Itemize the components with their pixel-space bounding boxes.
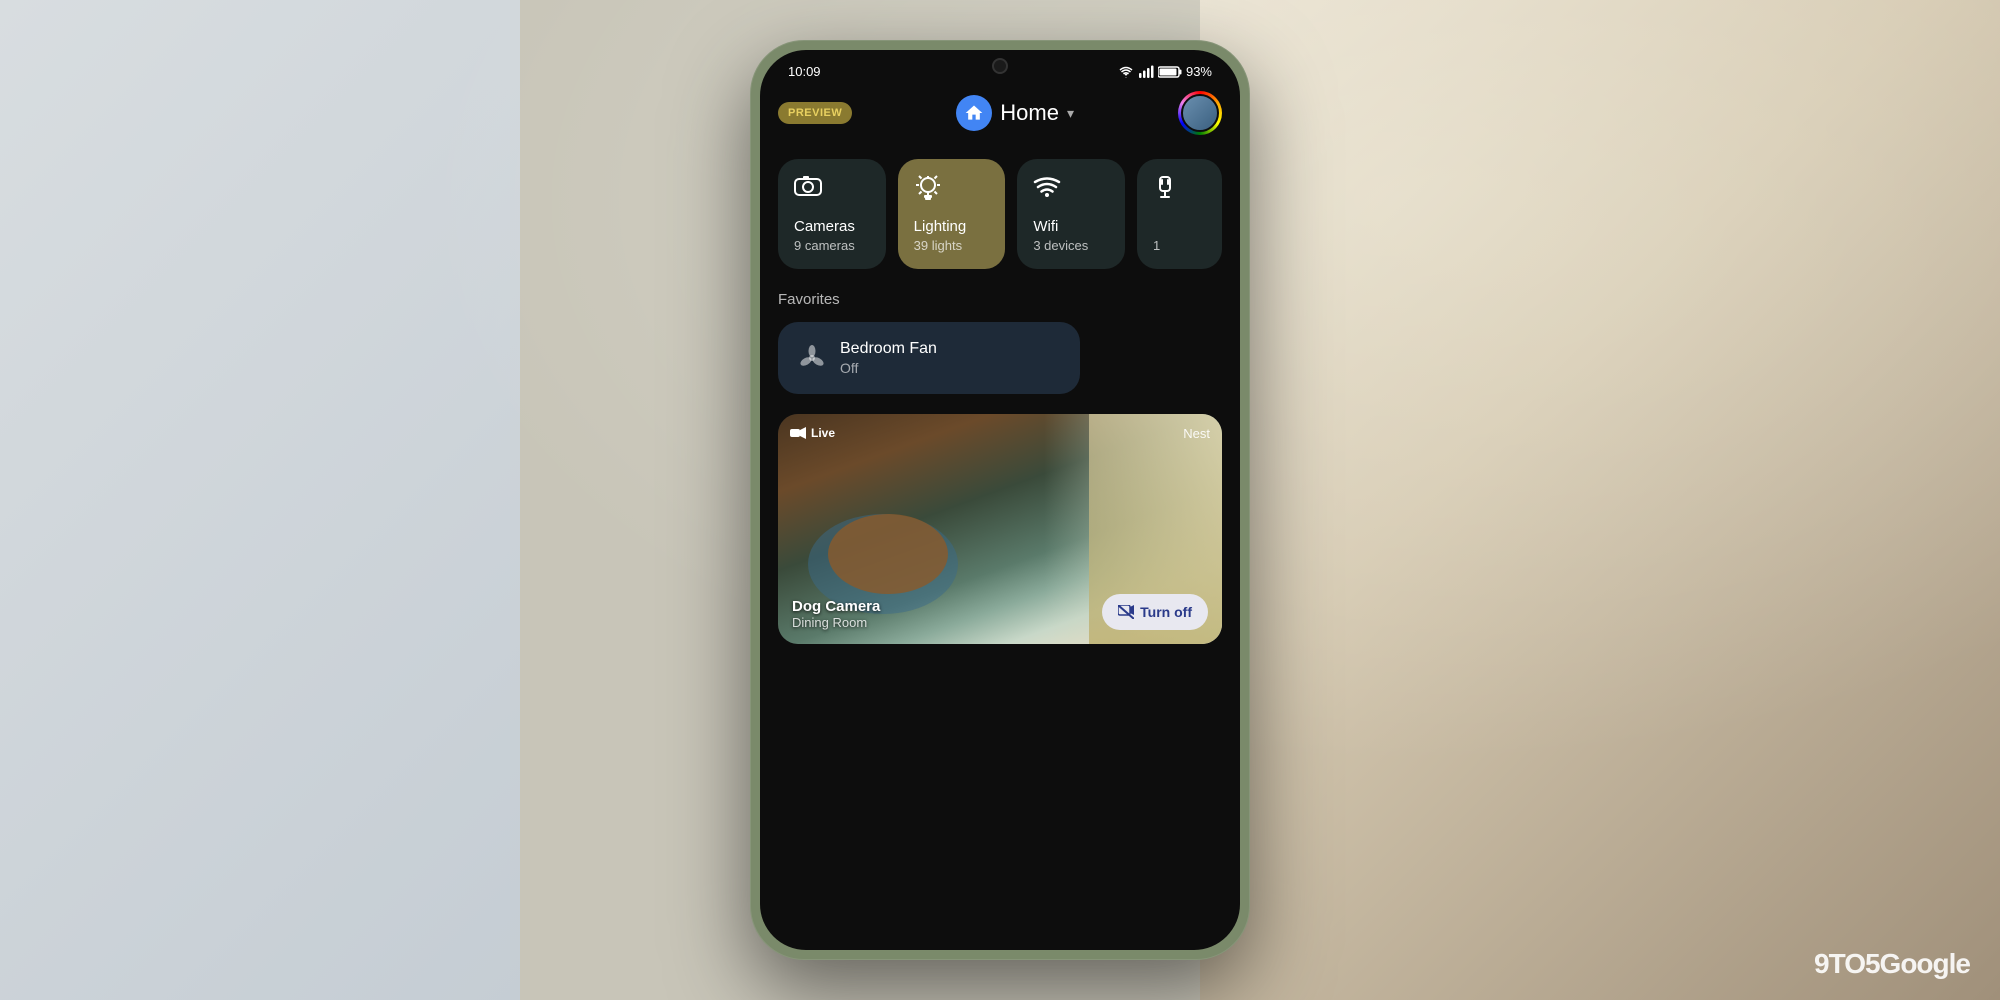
turn-off-icon — [1118, 605, 1134, 619]
turn-off-button[interactable]: Turn off — [1102, 594, 1208, 630]
status-time: 10:09 — [788, 64, 821, 79]
app-content: PREVIEW Home ▾ — [760, 87, 1240, 927]
bedroom-fan-name: Bedroom Fan — [840, 340, 937, 358]
live-badge: Live — [790, 426, 835, 440]
favorites-label: Favorites — [778, 291, 1222, 308]
front-camera-dot — [992, 58, 1008, 74]
cameras-name: Cameras — [794, 217, 870, 237]
status-bar: 10:09 — [760, 50, 1240, 87]
watermark: 9TO5Google — [1814, 948, 1970, 980]
wifi-count: 3 devices — [1033, 238, 1109, 253]
lighting-name: Lighting — [914, 217, 990, 237]
camera-name: Dog Camera — [792, 598, 880, 615]
camera-info: Dog Camera Dining Room — [792, 598, 880, 630]
lighting-card[interactable]: Lighting 39 lights — [898, 159, 1006, 269]
live-camera-icon — [790, 427, 806, 439]
user-avatar[interactable] — [1178, 91, 1222, 135]
camera-room: Dining Room — [792, 615, 880, 630]
signal-icon — [1118, 65, 1134, 79]
camera-feed[interactable]: Live Nest Dog Camera Dining Room Tu — [778, 414, 1222, 644]
home-icon-button[interactable] — [956, 95, 992, 131]
other-icon — [1153, 175, 1206, 199]
cameras-count: 9 cameras — [794, 238, 870, 253]
cameras-card[interactable]: Cameras 9 cameras — [778, 159, 886, 269]
battery-icon — [1158, 65, 1182, 79]
turn-off-label: Turn off — [1140, 604, 1192, 620]
home-chevron-icon[interactable]: ▾ — [1067, 105, 1074, 122]
camera-icon — [794, 175, 822, 197]
bedroom-fan-status: Off — [840, 360, 937, 376]
home-icon — [964, 103, 984, 123]
fan-icon — [798, 344, 826, 372]
wifi-card[interactable]: Wifi 3 devices — [1017, 159, 1125, 269]
fan-icon-svg — [798, 344, 826, 372]
wifi-icon — [1033, 175, 1061, 197]
status-right-icons: 93% — [1118, 64, 1212, 79]
live-label: Live — [811, 426, 835, 440]
home-title-group[interactable]: Home ▾ — [956, 95, 1074, 131]
cameras-icon — [794, 175, 870, 197]
cell-signal-icon — [1138, 65, 1154, 79]
light-icon — [914, 175, 942, 201]
app-header: PREVIEW Home ▾ — [778, 87, 1222, 139]
wifi-icon-container — [1033, 175, 1109, 197]
bedroom-fan-card[interactable]: Bedroom Fan Off — [778, 322, 1080, 394]
home-label: Home — [1000, 100, 1059, 126]
lighting-count: 39 lights — [914, 238, 990, 253]
nest-badge: Nest — [1183, 426, 1210, 441]
phone-shell: 10:09 — [750, 40, 1250, 960]
plug-icon — [1153, 175, 1177, 199]
wifi-name: Wifi — [1033, 217, 1109, 237]
other-card[interactable]: 1 — [1137, 159, 1222, 269]
camera-notch — [992, 58, 1008, 74]
preview-badge: PREVIEW — [778, 102, 852, 124]
phone-screen: 10:09 — [760, 50, 1240, 950]
devices-grid: Cameras 9 cameras — [778, 159, 1222, 269]
other-count: 1 — [1153, 238, 1206, 253]
avatar-inner — [1181, 94, 1219, 132]
room-table — [828, 514, 948, 594]
battery-percent: 93% — [1186, 64, 1212, 79]
lighting-icon — [914, 175, 990, 201]
